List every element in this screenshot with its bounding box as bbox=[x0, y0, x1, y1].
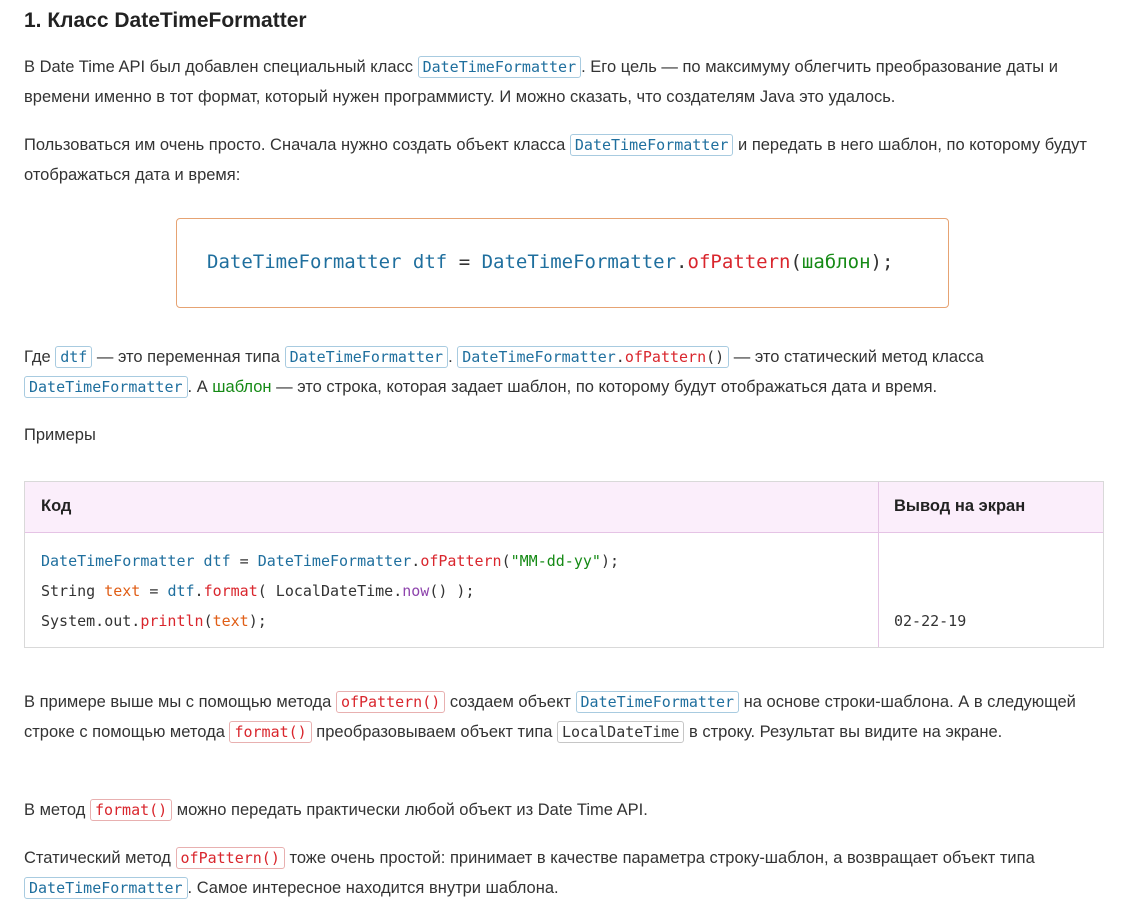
code-method: format bbox=[203, 582, 258, 600]
page-title: 1. Класс DateTimeFormatter bbox=[24, 9, 307, 32]
inline-code: DateTimeFormatter bbox=[569, 134, 734, 156]
examples-table: Код Вывод на экран DateTimeFormatter dtf… bbox=[24, 481, 1104, 648]
code-line: System.out.println(text); bbox=[41, 606, 619, 636]
inline-code: DateTimeFormatter.ofPattern() bbox=[457, 346, 730, 368]
code-args: ( LocalDateTime. bbox=[257, 582, 403, 600]
code-var: dtf bbox=[412, 251, 448, 273]
code-paren: ); bbox=[600, 552, 619, 570]
code-var: text bbox=[212, 612, 249, 630]
examples-label: Примеры bbox=[24, 426, 96, 444]
column-header-code: Код bbox=[41, 497, 72, 515]
text: В Date Time API был добавлен специальный… bbox=[24, 58, 418, 76]
text: создаем объект bbox=[445, 693, 576, 711]
text: Статический метод bbox=[24, 849, 176, 867]
code-method: ofPattern bbox=[624, 348, 707, 366]
code-dot: . bbox=[411, 552, 421, 570]
code-block: DateTimeFormatter dtf = DateTimeFormatte… bbox=[176, 218, 949, 308]
text: Где bbox=[24, 348, 56, 366]
inline-code: dtf bbox=[55, 346, 93, 368]
article: 1. Класс DateTimeFormatter В Date Time A… bbox=[0, 0, 1141, 911]
code-var: text bbox=[104, 582, 141, 600]
code-method: ofPattern bbox=[687, 251, 791, 273]
column-header-output: Вывод на экран bbox=[894, 497, 1026, 515]
inline-code: DateTimeFormatter bbox=[417, 56, 582, 78]
text: можно передать практически любой объект … bbox=[172, 801, 648, 819]
text: . bbox=[448, 348, 458, 366]
code-paren: ( bbox=[501, 552, 511, 570]
code-class: DateTimeFormatter bbox=[481, 251, 677, 273]
text: тоже очень простой: принимает в качестве… bbox=[284, 849, 1035, 867]
paragraph-format: В метод format() можно передать практиче… bbox=[24, 795, 1114, 825]
code-paren: () ); bbox=[429, 582, 475, 600]
code-paren: ( bbox=[203, 612, 213, 630]
code-op: = bbox=[140, 582, 168, 600]
table-header: Код Вывод на экран bbox=[25, 482, 1103, 533]
paragraph-explain: Где dtf — это переменная типа DateTimeFo… bbox=[24, 342, 1114, 402]
code-paren: ); bbox=[870, 251, 894, 273]
text: — это строка, которая задает шаблон, по … bbox=[271, 378, 938, 396]
code-type: System.out. bbox=[41, 612, 141, 630]
code-paren: () bbox=[706, 348, 725, 366]
inline-code: format() bbox=[89, 799, 173, 821]
code-paren: ( bbox=[790, 251, 802, 273]
code-dot: . bbox=[615, 348, 625, 366]
code-method: println bbox=[140, 612, 204, 630]
inline-code: DateTimeFormatter bbox=[284, 346, 449, 368]
code-type: String bbox=[41, 582, 105, 600]
code-var: dtf bbox=[194, 552, 231, 570]
code-arg: шаблон bbox=[801, 251, 871, 273]
text: — это статический метод класса bbox=[729, 348, 984, 366]
code-type: DateTimeFormatter bbox=[41, 552, 195, 570]
inline-code: DateTimeFormatter bbox=[575, 691, 740, 713]
code-class: DateTimeFormatter bbox=[462, 348, 616, 366]
text: Пользоваться им очень просто. Сначала ну… bbox=[24, 136, 570, 154]
inline-code: DateTimeFormatter bbox=[24, 376, 188, 398]
code-class: DateTimeFormatter bbox=[257, 552, 412, 570]
code-paren: ); bbox=[248, 612, 267, 630]
text: в строку. Результат вы видите на экране. bbox=[684, 723, 1003, 741]
code-line: DateTimeFormatter dtf = DateTimeFormatte… bbox=[41, 546, 619, 576]
code-string: "MM-dd-yy" bbox=[510, 552, 601, 570]
text: В примере выше мы с помощью метода bbox=[24, 693, 336, 711]
code-line: String text = dtf.format( LocalDateTime.… bbox=[41, 576, 619, 606]
text: . Самое интересное находится внутри шабл… bbox=[187, 879, 559, 897]
table-code-cell: DateTimeFormatter dtf = DateTimeFormatte… bbox=[41, 546, 619, 636]
code-dot: . bbox=[194, 582, 204, 600]
inline-code: ofPattern() bbox=[175, 847, 285, 869]
paragraph-ofpattern: Статический метод ofPattern() тоже очень… bbox=[24, 843, 1114, 903]
paragraph-intro: В Date Time API был добавлен специальный… bbox=[24, 52, 1114, 112]
code-var: dtf bbox=[167, 582, 195, 600]
code-type: DateTimeFormatter bbox=[207, 251, 402, 273]
paragraph-usage: Пользоваться им очень просто. Сначала ну… bbox=[24, 130, 1114, 190]
code-dot: . bbox=[676, 251, 688, 273]
text: В метод bbox=[24, 801, 90, 819]
table-output-cell: 02-22-19 bbox=[894, 612, 967, 630]
code-method: now bbox=[402, 582, 430, 600]
text: преобразовываем объект типа bbox=[311, 723, 558, 741]
code-method: ofPattern bbox=[420, 552, 502, 570]
paragraph-example-explain: В примере выше мы с помощью метода ofPat… bbox=[24, 687, 1114, 747]
code-op: = bbox=[447, 251, 482, 273]
text: . А bbox=[187, 378, 213, 396]
highlight-word: шаблон bbox=[212, 378, 272, 396]
inline-code: format() bbox=[229, 721, 312, 743]
inline-code: ofPattern() bbox=[335, 691, 446, 713]
inline-code: DateTimeFormatter bbox=[24, 877, 188, 899]
code-line: DateTimeFormatter dtf = DateTimeFormatte… bbox=[207, 251, 893, 273]
inline-code: LocalDateTime bbox=[557, 721, 685, 743]
column-divider bbox=[878, 482, 879, 647]
text: — это переменная типа bbox=[92, 348, 285, 366]
code-op: = bbox=[230, 552, 258, 570]
